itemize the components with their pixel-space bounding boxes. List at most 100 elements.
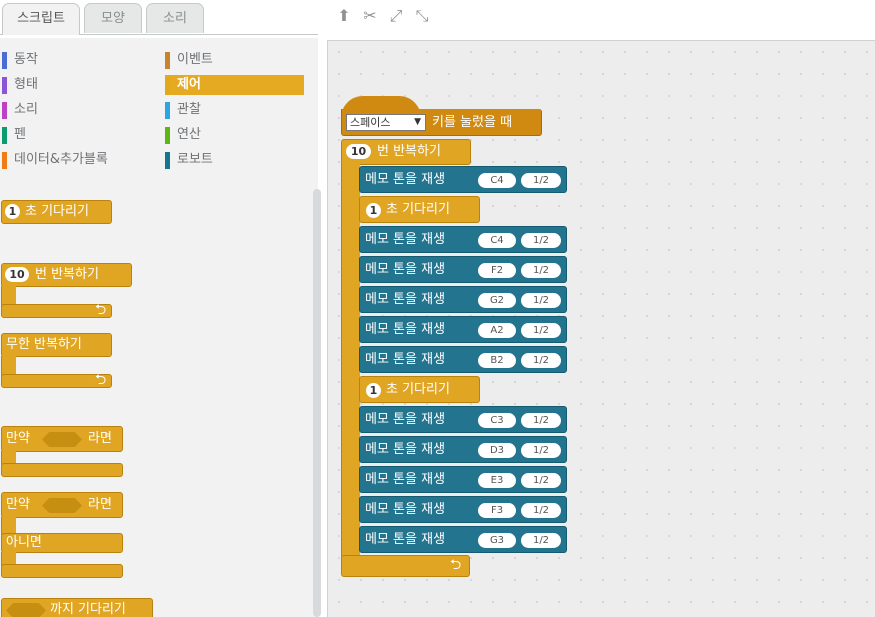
tab-bar: 스크립트 모양 소리 xyxy=(0,0,318,35)
repeat-count-input[interactable]: 10 xyxy=(5,267,29,282)
category-sound[interactable]: 소리 xyxy=(2,100,152,120)
note-dropdown[interactable]: C4 xyxy=(478,233,516,248)
category-control[interactable]: 제어 xyxy=(165,75,304,95)
play-note-block[interactable]: 메모 톤을 재생 B2 1/2 xyxy=(359,346,567,373)
category-label: 형태 xyxy=(14,77,38,92)
palette-if-else-block[interactable]: 만약 라면 xyxy=(1,492,123,518)
key-dropdown[interactable]: 스페이스 ▼ xyxy=(346,114,426,131)
wait-block[interactable]: 1 초 기다리기 xyxy=(359,196,480,223)
note-dropdown[interactable]: F3 xyxy=(478,503,516,518)
block-label: 메모 톤을 재생 xyxy=(365,412,446,427)
note-dropdown[interactable]: C4 xyxy=(478,173,516,188)
repeat-arm xyxy=(341,163,360,558)
play-note-block[interactable]: 메모 톤을 재생 G3 1/2 xyxy=(359,526,567,553)
beat-dropdown[interactable]: 1/2 xyxy=(521,503,561,518)
play-note-block[interactable]: 메모 톤을 재생 C4 1/2 xyxy=(359,166,567,193)
c-block-foot: ⮌ xyxy=(1,303,112,318)
block-label: 메모 톤을 재생 xyxy=(365,232,446,247)
category-data-blocks[interactable]: 데이터&추가블록 xyxy=(2,150,152,170)
condition-slot[interactable] xyxy=(6,603,46,617)
play-note-block[interactable]: 메모 톤을 재생 E3 1/2 xyxy=(359,466,567,493)
wait-seconds-input[interactable]: 1 xyxy=(366,203,381,218)
block-label: 라면 xyxy=(88,431,112,446)
tab-scripts[interactable]: 스크립트 xyxy=(2,3,80,35)
category-motion[interactable]: 동작 xyxy=(2,50,152,70)
grow-icon[interactable]: ⤢ xyxy=(386,6,406,26)
category-pen[interactable]: 펜 xyxy=(2,125,152,145)
beat-dropdown[interactable]: 1/2 xyxy=(521,323,561,338)
block-label: 번 반복하기 xyxy=(35,267,99,282)
scratch-editor: 스크립트 모양 소리 ⬆ ✂ ⤢ ⤡ 동작 이벤트 형태 제어 소리 관찰 펜 … xyxy=(0,0,875,617)
play-note-block[interactable]: 메모 톤을 재생 F2 1/2 xyxy=(359,256,567,283)
condition-slot[interactable] xyxy=(42,498,82,513)
play-note-block[interactable]: 메모 톤을 재생 G2 1/2 xyxy=(359,286,567,313)
wait-block[interactable]: 1 초 기다리기 xyxy=(359,376,480,403)
block-label: 메모 톤을 재생 xyxy=(365,352,446,367)
c-block-foot xyxy=(1,463,123,477)
beat-dropdown[interactable]: 1/2 xyxy=(521,173,561,188)
c-block-foot xyxy=(1,564,123,578)
beat-dropdown[interactable]: 1/2 xyxy=(521,263,561,278)
loop-arrow-icon: ⮌ xyxy=(450,557,462,573)
note-dropdown[interactable]: D3 xyxy=(478,443,516,458)
play-note-block[interactable]: 메모 톤을 재생 C3 1/2 xyxy=(359,406,567,433)
tab-costumes[interactable]: 모양 xyxy=(84,3,142,33)
c-block-foot: ⮌ xyxy=(1,373,112,388)
category-color-swatch xyxy=(2,52,7,69)
block-palette: 1 초 기다리기 10 번 반복하기 ⮌ 무한 반복하기 ⮌ 만약 라면 만약 xyxy=(0,183,318,617)
cut-icon[interactable]: ✂ xyxy=(360,6,380,26)
beat-dropdown[interactable]: 1/2 xyxy=(521,443,561,458)
play-note-block[interactable]: 메모 톤을 재생 D3 1/2 xyxy=(359,436,567,463)
category-color-swatch xyxy=(2,152,7,169)
note-dropdown[interactable]: B2 xyxy=(478,353,516,368)
palette-if-block[interactable]: 만약 라면 xyxy=(1,426,123,452)
note-dropdown[interactable]: A2 xyxy=(478,323,516,338)
wait-seconds-input[interactable]: 1 xyxy=(366,383,381,398)
palette-repeat-block[interactable]: 10 번 반복하기 xyxy=(1,263,132,287)
category-color-swatch xyxy=(2,102,7,119)
category-events[interactable]: 이벤트 xyxy=(165,50,305,70)
category-robot[interactable]: 로보트 xyxy=(165,150,305,170)
block-label: 메모 톤을 재생 xyxy=(365,172,446,187)
category-label: 연산 xyxy=(177,127,201,142)
script-area[interactable]: 스페이스 ▼ 키를 눌렀을 때 10 번 반복하기 ⮌ 메모 톤을 재생 C4 1/… xyxy=(327,40,875,617)
dropdown-arrow-icon: ▼ xyxy=(414,117,421,127)
note-dropdown[interactable]: E3 xyxy=(478,473,516,488)
key-dropdown-value: 스페이스 xyxy=(350,116,391,129)
repeat-block[interactable]: 10 번 반복하기 xyxy=(341,139,471,165)
block-label: 아니면 xyxy=(6,535,42,550)
category-label: 소리 xyxy=(14,102,38,117)
palette-wait-block[interactable]: 1 초 기다리기 xyxy=(1,200,112,224)
wait-seconds-input[interactable]: 1 xyxy=(5,204,20,219)
block-label: 키를 눌렀을 때 xyxy=(432,115,513,130)
condition-slot[interactable] xyxy=(42,432,82,447)
note-dropdown[interactable]: G3 xyxy=(478,533,516,548)
block-label: 초 기다리기 xyxy=(386,202,450,217)
palette-scrollbar[interactable] xyxy=(313,189,321,617)
note-dropdown[interactable]: C3 xyxy=(478,413,516,428)
shrink-icon[interactable]: ⤡ xyxy=(412,6,432,26)
play-note-block[interactable]: 메모 톤을 재생 C4 1/2 xyxy=(359,226,567,253)
block-label: 만약 xyxy=(6,497,30,512)
category-looks[interactable]: 형태 xyxy=(2,75,152,95)
palette-forever-block[interactable]: 무한 반복하기 xyxy=(1,333,112,357)
beat-dropdown[interactable]: 1/2 xyxy=(521,533,561,548)
beat-dropdown[interactable]: 1/2 xyxy=(521,473,561,488)
beat-dropdown[interactable]: 1/2 xyxy=(521,353,561,368)
beat-dropdown[interactable]: 1/2 xyxy=(521,413,561,428)
category-operators[interactable]: 연산 xyxy=(165,125,305,145)
play-note-block[interactable]: 메모 톤을 재생 F3 1/2 xyxy=(359,496,567,523)
repeat-count-input[interactable]: 10 xyxy=(346,144,371,159)
play-note-block[interactable]: 메모 톤을 재생 A2 1/2 xyxy=(359,316,567,343)
beat-dropdown[interactable]: 1/2 xyxy=(521,233,561,248)
note-dropdown[interactable]: G2 xyxy=(478,293,516,308)
tab-sounds[interactable]: 소리 xyxy=(146,3,204,33)
beat-dropdown[interactable]: 1/2 xyxy=(521,293,561,308)
block-label: 만약 xyxy=(6,431,30,446)
note-dropdown[interactable]: F2 xyxy=(478,263,516,278)
category-color-swatch xyxy=(165,52,170,69)
stamp-icon[interactable]: ⬆ xyxy=(334,6,354,26)
category-sensing[interactable]: 관찰 xyxy=(165,100,305,120)
when-key-pressed-block[interactable]: 스페이스 ▼ 키를 눌렀을 때 xyxy=(341,109,542,136)
palette-wait-until-block[interactable]: 까지 기다리기 xyxy=(1,598,153,617)
